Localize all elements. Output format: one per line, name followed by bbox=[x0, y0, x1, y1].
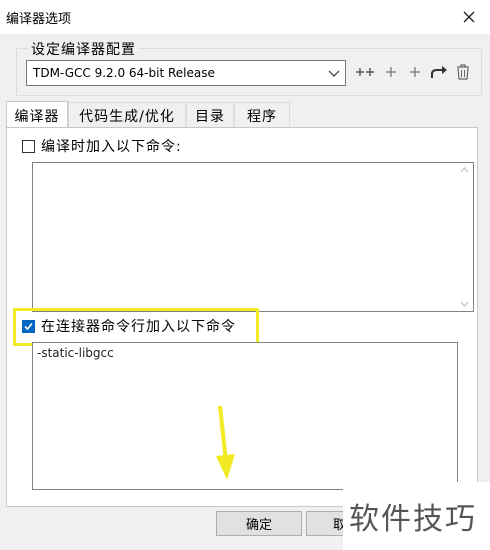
add-button[interactable] bbox=[380, 60, 402, 84]
title-bar: 编译器选项 bbox=[0, 0, 490, 34]
tab-codegen-optimization[interactable]: 代码生成/优化 bbox=[68, 102, 186, 128]
highlight-box bbox=[13, 308, 259, 346]
add-multiple-icon bbox=[356, 68, 374, 76]
delete-button[interactable] bbox=[452, 60, 474, 84]
ok-button[interactable]: 确定 bbox=[216, 511, 302, 536]
rename-button[interactable] bbox=[428, 60, 450, 84]
compiler-config-value: TDM-GCC 9.2.0 64-bit Release bbox=[33, 66, 215, 80]
redo-arrow-icon bbox=[431, 66, 447, 78]
scroll-up-icon bbox=[460, 167, 469, 173]
close-button[interactable] bbox=[456, 4, 482, 30]
plus-icon bbox=[410, 67, 420, 77]
arrow-down-icon bbox=[216, 405, 235, 480]
close-icon bbox=[463, 11, 475, 23]
tab-directories[interactable]: 目录 bbox=[186, 102, 234, 128]
watermark: 软件技巧 bbox=[343, 482, 490, 550]
window-title: 编译器选项 bbox=[6, 12, 72, 27]
plus-icon bbox=[386, 67, 396, 77]
add-multiple-button[interactable] bbox=[354, 60, 376, 84]
compile-cmd-scrollbar[interactable] bbox=[456, 163, 473, 311]
trash-icon bbox=[457, 64, 469, 80]
compile-cmd-label: 编译时加入以下命令: bbox=[41, 139, 182, 155]
compiler-config-label: 设定编译器配置 bbox=[28, 39, 139, 59]
chevron-down-icon bbox=[328, 70, 340, 77]
watermark-text: 软件技巧 bbox=[349, 502, 477, 537]
compiler-config-select[interactable]: TDM-GCC 9.2.0 64-bit Release bbox=[26, 60, 346, 86]
linker-cmd-value: -static-libgcc bbox=[37, 346, 114, 360]
compile-cmd-textarea[interactable] bbox=[32, 162, 474, 312]
compile-cmd-checkbox[interactable] bbox=[22, 140, 35, 153]
tab-compiler[interactable]: 编译器 bbox=[6, 101, 68, 129]
scroll-down-icon bbox=[460, 301, 469, 307]
add-copy-button[interactable] bbox=[404, 60, 426, 84]
linker-cmd-textarea[interactable]: -static-libgcc bbox=[32, 342, 458, 490]
tab-programs[interactable]: 程序 bbox=[234, 102, 290, 128]
